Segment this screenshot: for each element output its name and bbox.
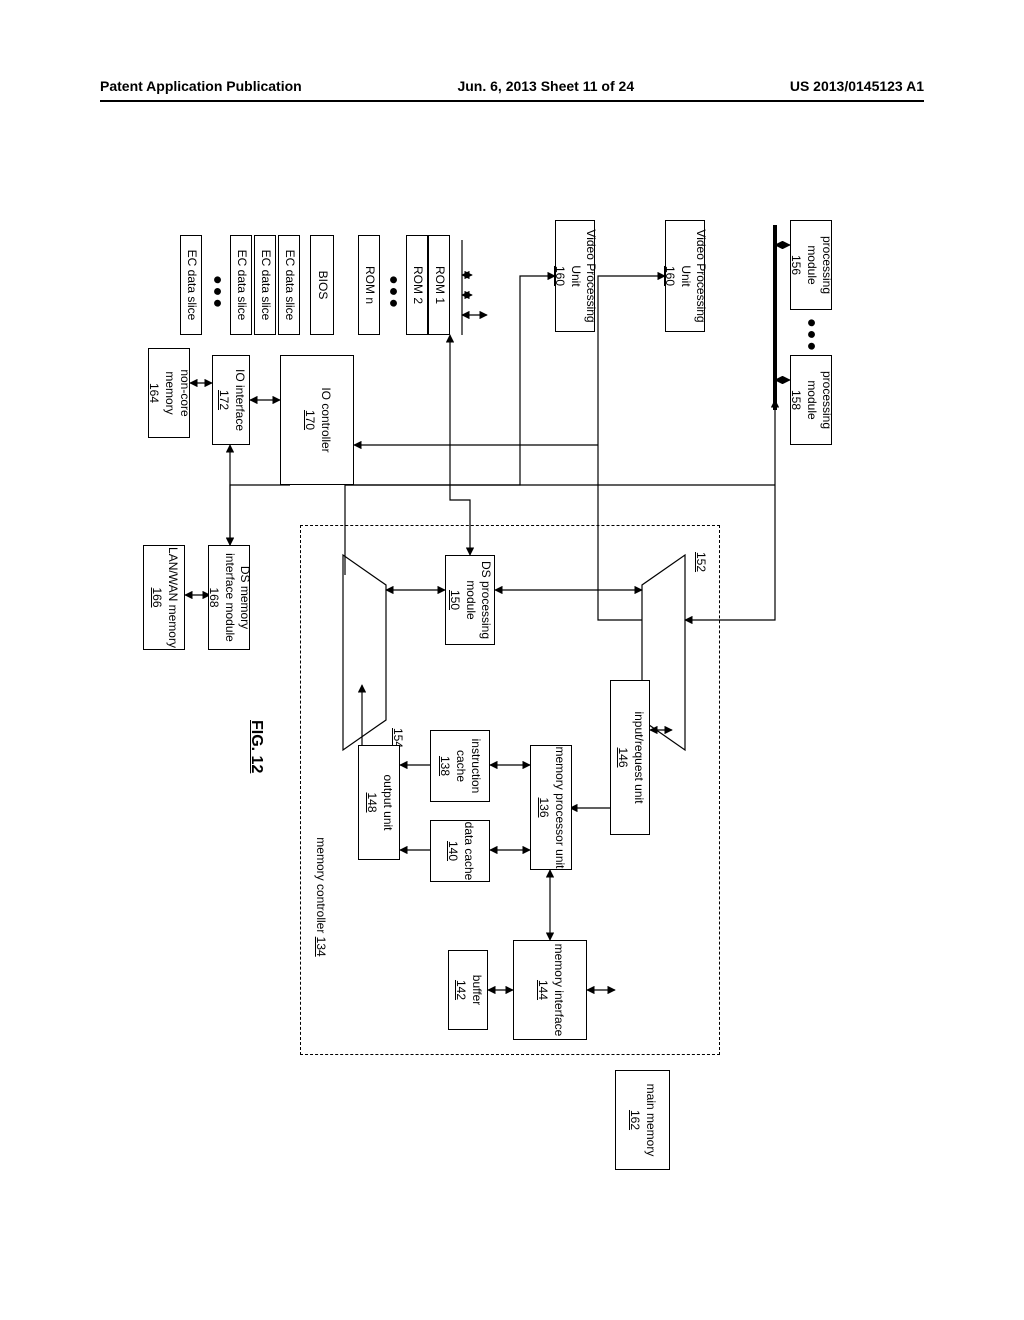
ds-memory-interface-module: DS memory interface module168 (208, 545, 250, 650)
video-processing-unit: Video Processing Unit160 (665, 220, 705, 332)
rom-1: ROM 1 (428, 235, 450, 335)
rom-2: ROM 2 (406, 235, 428, 335)
ec-data-slice-2: EC data slice (254, 235, 276, 335)
memory-controller-label: memory controller 134 (314, 812, 328, 982)
ec-data-slice-3: EC data slice (230, 235, 252, 335)
memory-processor-unit: memory processor unit136 (530, 745, 572, 870)
header-right: US 2013/0145123 A1 (790, 78, 924, 94)
io-interface: IO interface172 (212, 355, 250, 445)
page-header: Patent Application Publication Jun. 6, 2… (100, 72, 924, 102)
rom-n: ROM n (358, 235, 380, 335)
ellipsis-icon: ●●● (802, 318, 820, 353)
processing-module-1: processing module156 (790, 220, 832, 310)
bios: BIOS (310, 235, 334, 335)
figure-label: FIG. 12 (247, 720, 265, 773)
ds-processing-module: DS processing module150 (445, 555, 495, 645)
input-request-unit: input/request unit146 (610, 680, 650, 835)
output-unit: output unit148 (358, 745, 400, 860)
instruction-cache: instruction cache138 (430, 730, 490, 802)
buffer: buffer142 (448, 950, 488, 1030)
main-memory: main memory162 (615, 1070, 670, 1170)
lan-wan-memory: LAN/WAN memory166 (143, 545, 185, 650)
processing-module-2: processing module158 (790, 355, 832, 445)
header-center: Jun. 6, 2013 Sheet 11 of 24 (457, 78, 634, 94)
ellipsis-icon: ●●● (208, 275, 226, 310)
mux-152-label: 152 (694, 552, 708, 572)
ec-data-slice-1: EC data slice (278, 235, 300, 335)
ellipsis-icon: ●●● (384, 275, 402, 310)
non-core-memory: non-core memory164 (148, 348, 190, 438)
data-cache: data cache140 (430, 820, 490, 882)
memory-interface: memory interface144 (513, 940, 587, 1040)
io-controller: IO controller170 (280, 355, 354, 485)
ec-data-slice-n: EC data slice (180, 235, 202, 335)
figure-12-diagram: memory controller 134 processing module1… (0, 180, 890, 930)
video-processing-unit-2: Video Processing Unit160 (555, 220, 595, 332)
header-left: Patent Application Publication (100, 78, 302, 94)
